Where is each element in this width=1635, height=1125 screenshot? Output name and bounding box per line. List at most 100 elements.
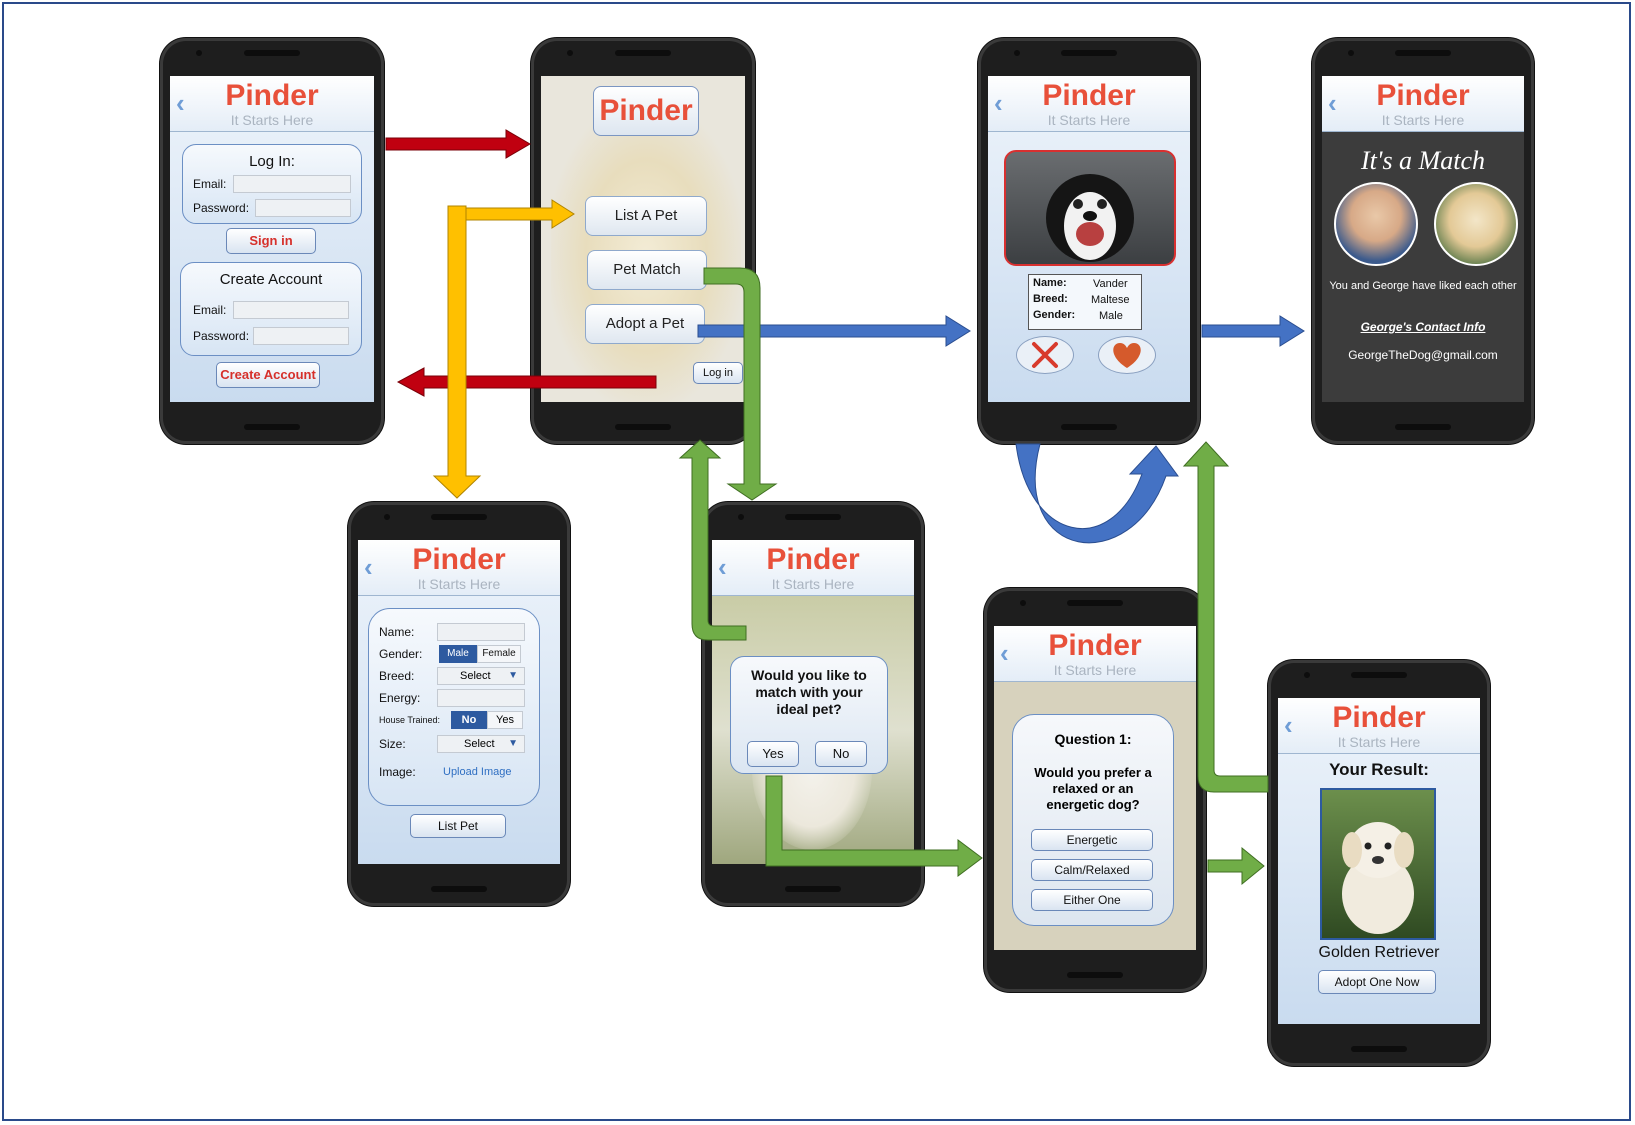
size-select-value: Select [464,738,495,750]
app-logo: Pinder [225,79,319,112]
name-field[interactable] [437,623,525,641]
contact-info-link[interactable]: George's Contact Info [1322,320,1524,334]
either-one-option[interactable]: Either One [1031,889,1153,911]
app-header: ‹ Pinder It Starts Here [170,76,374,132]
app-header: ‹ Pinder It Starts Here [1278,698,1480,754]
match-prompt-question: Would you like to match with your ideal … [751,667,867,717]
pet-match-button[interactable]: Pet Match [587,250,707,290]
question-title: Question 1: [1054,731,1132,747]
app-tagline: It Starts Here [1053,662,1137,678]
quiz-dialog: Question 1: Would you prefer a relaxed o… [1012,714,1174,926]
app-header: ‹ Pinder It Starts Here [1322,76,1524,132]
app-tagline: It Starts Here [417,576,501,592]
create-account-title: Create Account [219,271,323,288]
upload-image-link[interactable]: Upload Image [443,766,512,778]
calm-relaxed-option[interactable]: Calm/Relaxed [1031,859,1153,881]
question-text: Would you prefer a relaxed or an energet… [1034,765,1152,812]
energy-field[interactable] [437,689,525,707]
app-tagline: It Starts Here [1337,734,1421,750]
phone-match: ‹ Pinder It Starts Here It's a Match You… [1312,38,1534,444]
breed-value: Maltese [1091,294,1130,306]
app-tagline: It Starts Here [1381,112,1465,128]
no-button[interactable]: No [815,741,867,767]
list-pet-screen: ‹ Pinder It Starts Here Name: Gender: Ma… [358,540,560,864]
app-tagline: It Starts Here [771,576,855,592]
x-icon [1032,342,1058,368]
breed-select-value: Select [460,670,491,682]
size-select[interactable]: Select ▼ [437,735,525,753]
app-header: ‹ Pinder It Starts Here [988,76,1190,132]
password-label: Password: [193,201,250,215]
adopt-one-now-button[interactable]: Adopt One Now [1318,970,1436,994]
create-account-button[interactable]: Create Account [216,362,320,388]
gender-value: Male [1099,310,1123,322]
app-logo: Pinder [412,543,506,576]
match-message: You and George have liked each other [1329,280,1517,292]
yes-button[interactable]: Yes [747,741,799,767]
log-in-button[interactable]: Log in [693,362,743,384]
app-logo: Pinder [1042,79,1136,112]
create-password-field[interactable] [253,327,349,345]
password-field[interactable] [255,199,351,217]
phone-match-prompt: ‹ Pinder It Starts Here Would you like t… [702,502,924,906]
app-logo: Pinder [1376,79,1470,112]
dropdown-arrow-icon: ▼ [508,738,518,749]
like-button[interactable] [1098,336,1156,374]
dropdown-arrow-icon: ▼ [508,670,518,681]
home-screen: Pinder List A Pet Pet Match Adopt a Pet … [541,76,745,402]
app-header: ‹ Pinder It Starts Here [994,626,1196,682]
gender-label: Gender: [1033,309,1076,321]
match-prompt-screen: ‹ Pinder It Starts Here Would you like t… [712,540,914,864]
pet-info-box: Name: Vander Breed: Maltese Gender: Male [1028,274,1142,330]
house-trained-yes-option[interactable]: Yes [487,711,523,729]
size-label: Size: [379,737,406,751]
swipe-screen: ‹ Pinder It Starts Here Name: Vander Bre… [988,76,1190,402]
email-field[interactable] [233,175,351,193]
match-title: It's a Match [1361,146,1485,175]
result-breed: Golden Retriever [1318,944,1440,961]
app-logo: Pinder [766,543,860,576]
email-label: Email: [193,177,227,191]
list-a-pet-button[interactable]: List A Pet [585,196,707,236]
quiz-screen: ‹ Pinder It Starts Here Question 1: Woul… [994,626,1196,950]
pet-avatar [1434,182,1518,266]
match-prompt-dialog: Would you like to match with your ideal … [730,656,888,774]
app-tagline: It Starts Here [1047,112,1131,128]
house-trained-no-option[interactable]: No [451,711,487,729]
login-title: Log In: [249,153,295,170]
name-label: Name: [379,625,415,639]
dog-photo-art [1046,174,1134,262]
list-pet-button[interactable]: List Pet [410,814,506,838]
app-logo: Pinder [1332,701,1426,734]
result-pet-photo [1320,788,1436,940]
create-email-field[interactable] [233,301,349,319]
name-value: Vander [1093,278,1128,290]
login-panel: Log In: Email: Password: [182,144,362,224]
adopt-a-pet-button[interactable]: Adopt a Pet [585,304,705,344]
create-account-panel: Create Account Email: Password: [180,262,362,356]
home-logo: Pinder [599,94,693,127]
phone-list-pet: ‹ Pinder It Starts Here Name: Gender: Ma… [348,502,570,906]
energetic-option[interactable]: Energetic [1031,829,1153,851]
create-email-label: Email: [193,303,227,317]
breed-select[interactable]: Select ▼ [437,667,525,685]
puppy-photo-art [1342,822,1414,934]
sign-in-button[interactable]: Sign in [226,228,316,254]
gender-female-option[interactable]: Female [477,645,521,663]
gender-label: Gender: [379,647,423,661]
phone-home: Pinder List A Pet Pet Match Adopt a Pet … [531,38,755,444]
energy-label: Energy: [379,691,421,705]
breed-label: Breed: [379,669,415,683]
app-header: ‹ Pinder It Starts Here [712,540,914,596]
create-password-label: Password: [193,329,250,343]
phone-result: ‹ Pinder It Starts Here Your Result: Gol… [1268,660,1490,1066]
image-label: Image: [379,765,416,779]
reject-button[interactable] [1016,336,1074,374]
pet-photo [1004,150,1176,266]
result-title: Your Result: [1329,760,1429,779]
contact-email: GeorgeTheDog@gmail.com [1348,348,1498,362]
heart-icon [1113,343,1141,368]
gender-male-option[interactable]: Male [439,645,477,663]
match-screen: ‹ Pinder It Starts Here It's a Match You… [1322,76,1524,402]
login-screen: ‹ Pinder It Starts Here Log In: Email: P… [170,76,374,402]
